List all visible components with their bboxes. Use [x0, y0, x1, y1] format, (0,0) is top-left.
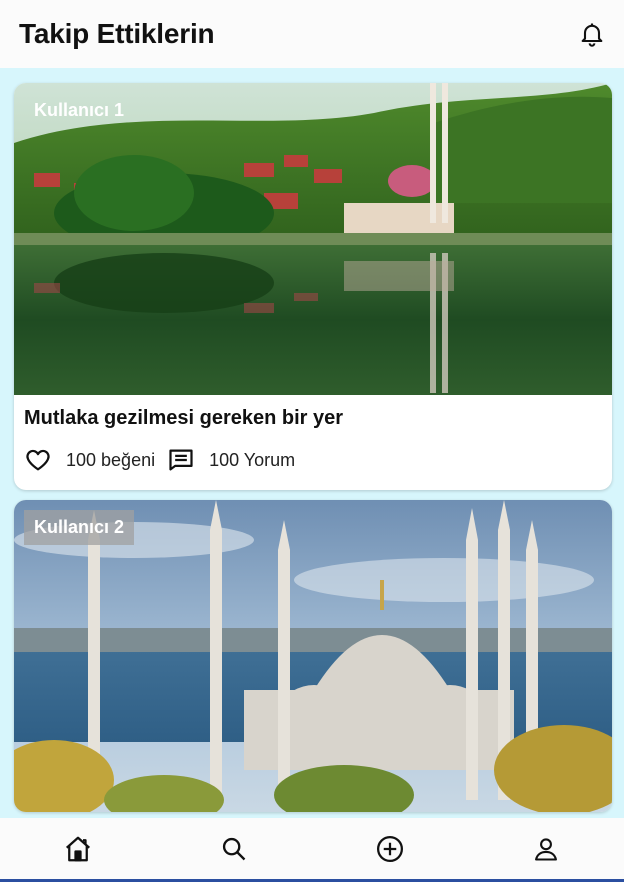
like-count: 100 beğeni [66, 449, 156, 470]
notifications-button[interactable] [570, 12, 614, 56]
comment-icon [169, 449, 193, 471]
page-title: Takip Ettiklerin [19, 18, 215, 49]
comment-button[interactable]: 100 Yorum [167, 446, 307, 474]
post-user-label[interactable]: Kullanıcı 2 [24, 510, 135, 545]
profile-icon [535, 837, 557, 861]
nav-profile[interactable] [468, 818, 624, 879]
app-bar: Takip Ettiklerin [0, 0, 624, 68]
add-circle-icon [377, 835, 403, 862]
post-user-label[interactable]: Kullanıcı 1 [24, 93, 134, 128]
blue-mosque-photo [14, 500, 612, 812]
bottom-nav [0, 818, 624, 882]
post-card[interactable]: Kullanıcı 1 Mutlaka gezilmesi gereken bi… [14, 83, 612, 490]
nav-search[interactable] [156, 818, 312, 879]
heart-icon [26, 449, 50, 471]
lakeside-mosque-photo [14, 83, 612, 395]
post-card[interactable]: Kullanıcı 2 [14, 500, 612, 812]
home-icon [66, 836, 90, 861]
like-button[interactable]: 100 beğeni [24, 446, 167, 474]
post-image-blue-mosque[interactable]: Kullanıcı 2 [14, 500, 612, 812]
post-image-lakeside-mosque[interactable]: Kullanıcı 1 [14, 83, 612, 395]
feed[interactable]: Kullanıcı 1 Mutlaka gezilmesi gereken bi… [0, 68, 624, 818]
post-caption: Mutlaka gezilmesi gereken bir yer [24, 407, 344, 429]
post-actions: 100 beğeni 100 Yorum [24, 446, 602, 474]
search-icon [222, 837, 246, 860]
nav-home[interactable] [0, 818, 156, 879]
post-body: Mutlaka gezilmesi gereken bir yer 100 be… [14, 395, 612, 490]
nav-add-post[interactable] [312, 818, 468, 879]
comment-count: 100 Yorum [209, 449, 296, 470]
bell-icon [581, 23, 603, 47]
